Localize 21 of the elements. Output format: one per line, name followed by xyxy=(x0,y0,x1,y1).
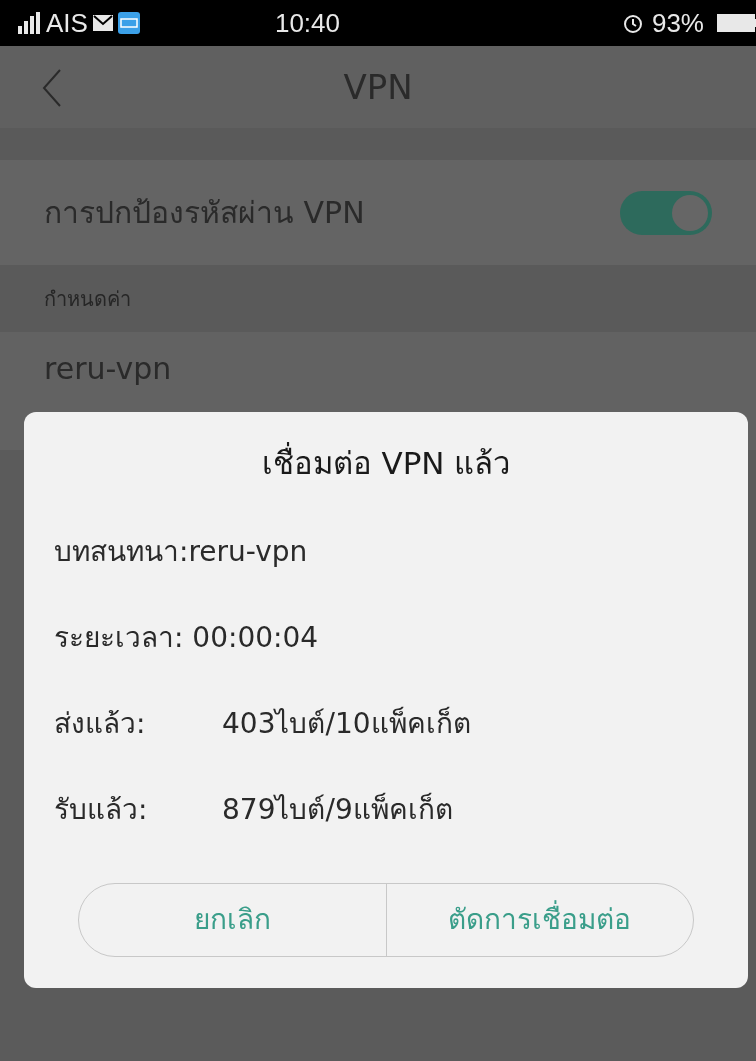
battery-percent: 93% xyxy=(651,6,704,40)
back-chevron-icon xyxy=(40,68,64,108)
stat-text: บทสนทนา:reru-vpn xyxy=(54,533,309,570)
vpn-protection-label: การปกป้องรหัสผ่าน VPN xyxy=(44,194,365,232)
battery-icon xyxy=(716,12,756,34)
signal-icon xyxy=(16,10,42,36)
cancel-button[interactable]: ยกเลิก xyxy=(79,883,386,956)
vpn-protection-switch[interactable] xyxy=(620,190,712,235)
mail-icon xyxy=(91,14,114,32)
stat-value: 403ไบต์/10แพ็คเก็ต xyxy=(222,705,471,742)
disconnect-button[interactable]: ตัดการเชื่อมต่อ xyxy=(385,883,693,956)
stat-label: รับแล้ว: xyxy=(54,791,149,828)
carrier-name: AIS xyxy=(46,6,88,40)
stat-value: 879ไบต์/9แพ็คเก็ต xyxy=(222,791,453,828)
profile-name: reru-vpn xyxy=(44,350,172,388)
stat-text: ระยะเวลา: 00:00:04 xyxy=(54,619,320,656)
stat-label: ส่งแล้ว: xyxy=(54,705,147,742)
alarm-icon xyxy=(621,12,644,34)
vpn-badge-icon xyxy=(117,12,140,34)
back-button[interactable] xyxy=(40,68,64,108)
clock-time: 10:40 xyxy=(274,6,340,40)
